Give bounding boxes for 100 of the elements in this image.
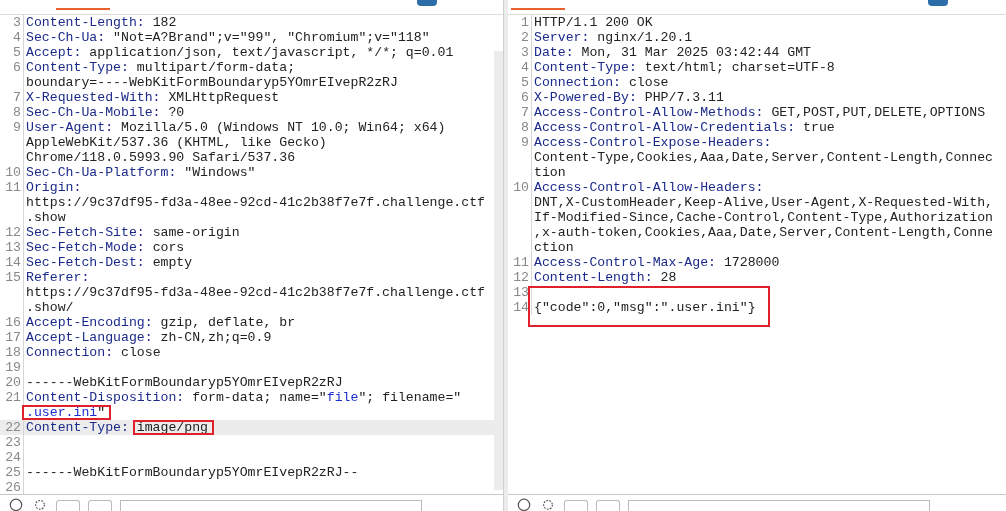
line-number: 12 <box>513 270 529 285</box>
code-text: text/html; charset=UTF-8 <box>643 60 835 75</box>
toolbar-button[interactable] <box>928 0 948 6</box>
active-tab-indicator <box>511 8 565 10</box>
line-number: 9 <box>13 120 21 135</box>
code-text: .show/ <box>26 300 74 315</box>
line-number: 10 <box>5 165 21 180</box>
line-number: 10 <box>513 180 529 195</box>
header-name: Server: <box>534 30 590 45</box>
code-text: https://9c37df95-fd3a-48ee-92cd-41c2b38f7e7f.challenge.ctf <box>26 285 485 300</box>
line-number: 11 <box>5 180 21 195</box>
line-number: 20 <box>5 375 21 390</box>
code-text: ,x-auth-token,Cookies,Aaa,Date,Server,Content-Length,Conne <box>534 225 993 240</box>
line-number: 22 <box>5 420 21 435</box>
header-name: Content-Disposition: <box>26 390 185 405</box>
line-number: 26 <box>5 480 21 494</box>
line-number: 5 <box>521 75 529 90</box>
line-number: 5 <box>13 45 21 60</box>
header-name: Sec-Fetch-Dest: <box>26 255 145 270</box>
code-text: form-data; name=" <box>191 390 327 405</box>
code-text: image/png <box>136 420 209 435</box>
active-tab-indicator <box>56 8 110 10</box>
line-number: 6 <box>13 60 21 75</box>
code-text: multipart/form-data; <box>135 60 296 75</box>
code-text: https://9c37df95-fd3a-48ee-92cd-41c2b38f7e7f.challenge.ctf <box>26 195 485 210</box>
next-button[interactable] <box>596 500 620 511</box>
code-text: "Windows" <box>183 165 256 180</box>
line-number: 3 <box>13 15 21 30</box>
header-name: Content-Type: <box>26 60 129 75</box>
code-text: ction <box>534 240 574 255</box>
code-text: DNT,X-CustomHeader,Keep-Alive,User-Agent,X-Requested-With, <box>534 195 993 210</box>
code-text: PHP/7.3.11 <box>643 90 724 105</box>
header-name: Content-Type: <box>534 60 637 75</box>
header-name: Accept-Language: <box>26 330 153 345</box>
header-name: Content-Length: <box>534 270 653 285</box>
header-name: Sec-Ch-Ua-Mobile: <box>26 105 161 120</box>
code-text: tion <box>534 165 566 180</box>
header-name: Accept-Encoding: <box>26 315 153 330</box>
code-text: Mozilla/5.0 (Windows NT 10.0; Win64; x64) <box>119 120 446 135</box>
code-text: cors <box>151 240 185 255</box>
code-text: Mon, 31 Mar 2025 03:42:44 GMT <box>580 45 811 60</box>
code-text: same-origin <box>151 225 240 240</box>
toolbar-button[interactable] <box>417 0 437 6</box>
line-number: 18 <box>5 345 21 360</box>
code-text: nginx/1.20.1 <box>596 30 693 45</box>
header-name: Access-Control-Allow-Credentials: <box>534 120 796 135</box>
string-value: file <box>326 390 359 405</box>
line-number: 4 <box>521 60 529 75</box>
line-number: 23 <box>5 435 21 450</box>
header-name: Connection: <box>534 75 622 90</box>
line-number: 14 <box>513 300 529 315</box>
previous-button[interactable] <box>564 500 588 511</box>
code-text: "; filename=" <box>358 390 462 405</box>
code-text: ------WebKitFormBoundaryp5YOmrEIvepR2zRJ <box>26 375 343 390</box>
code-text: "Not=A?Brand";v="99", "Chromium";v="118" <box>112 30 430 45</box>
line-number: 21 <box>5 390 21 405</box>
line-number: 9 <box>521 135 529 150</box>
search-field[interactable] <box>120 500 422 511</box>
header-name: X-Powered-By: <box>534 90 637 105</box>
line-number: 25 <box>5 465 21 480</box>
line-number: 14 <box>5 255 21 270</box>
code-text: empty <box>151 255 193 270</box>
header-name: Sec-Ch-Ua-Platform: <box>26 165 177 180</box>
header-name: Access-Control-Expose-Headers: <box>534 135 772 150</box>
code-text: {"code":0,"msg":".user.ini"} <box>534 300 756 315</box>
code-text: boundary=----WebKitFormBoundaryp5YOmrEIvepR2zRJ <box>26 75 398 90</box>
header-name: Sec-Fetch-Mode: <box>26 240 145 255</box>
line-number: 12 <box>5 225 21 240</box>
next-button[interactable] <box>88 500 112 511</box>
code-text: application/json, text/javascript, */*; q=0.01 <box>88 45 454 60</box>
code-text: " <box>97 405 106 420</box>
line-number: 2 <box>521 30 529 45</box>
code-text: XMLHttpRequest <box>167 90 280 105</box>
code-text: close <box>627 75 669 90</box>
search-field[interactable] <box>628 500 930 511</box>
line-number: 17 <box>5 330 21 345</box>
code-text: Content-Type,Cookies,Aaa,Date,Server,Content-Length,Connec <box>534 150 993 165</box>
line-number: 8 <box>13 105 21 120</box>
code-text: 182 <box>151 15 177 30</box>
code-text: Chrome/118.0.5993.90 Safari/537.36 <box>26 150 296 165</box>
code-text: zh-CN,zh;q=0.9 <box>159 330 272 345</box>
line-number: 11 <box>513 255 529 270</box>
header-name: Content-Length: <box>26 15 145 30</box>
line-number: 7 <box>521 105 529 120</box>
header-name: Connection: <box>26 345 114 360</box>
code-text: AppleWebKit/537.36 (KHTML, like Gecko) <box>26 135 327 150</box>
line-number: 13 <box>513 285 529 300</box>
line-number: 8 <box>521 120 529 135</box>
line-number: 16 <box>5 315 21 330</box>
header-name: Access-Control-Max-Age: <box>534 255 716 270</box>
line-number: 19 <box>5 360 21 375</box>
line-number: 15 <box>5 270 21 285</box>
code-text: GET,POST,PUT,DELETE,OPTIONS <box>770 105 986 120</box>
previous-button[interactable] <box>56 500 80 511</box>
scrollbar[interactable] <box>494 51 503 490</box>
header-name: Date: <box>534 45 574 60</box>
code-text: ------WebKitFormBoundaryp5YOmrEIvepR2zRJ-- <box>26 465 359 480</box>
code-text: 1728000 <box>722 255 780 270</box>
header-name: Access-Control-Allow-Methods: <box>534 105 764 120</box>
line-number: 4 <box>13 30 21 45</box>
